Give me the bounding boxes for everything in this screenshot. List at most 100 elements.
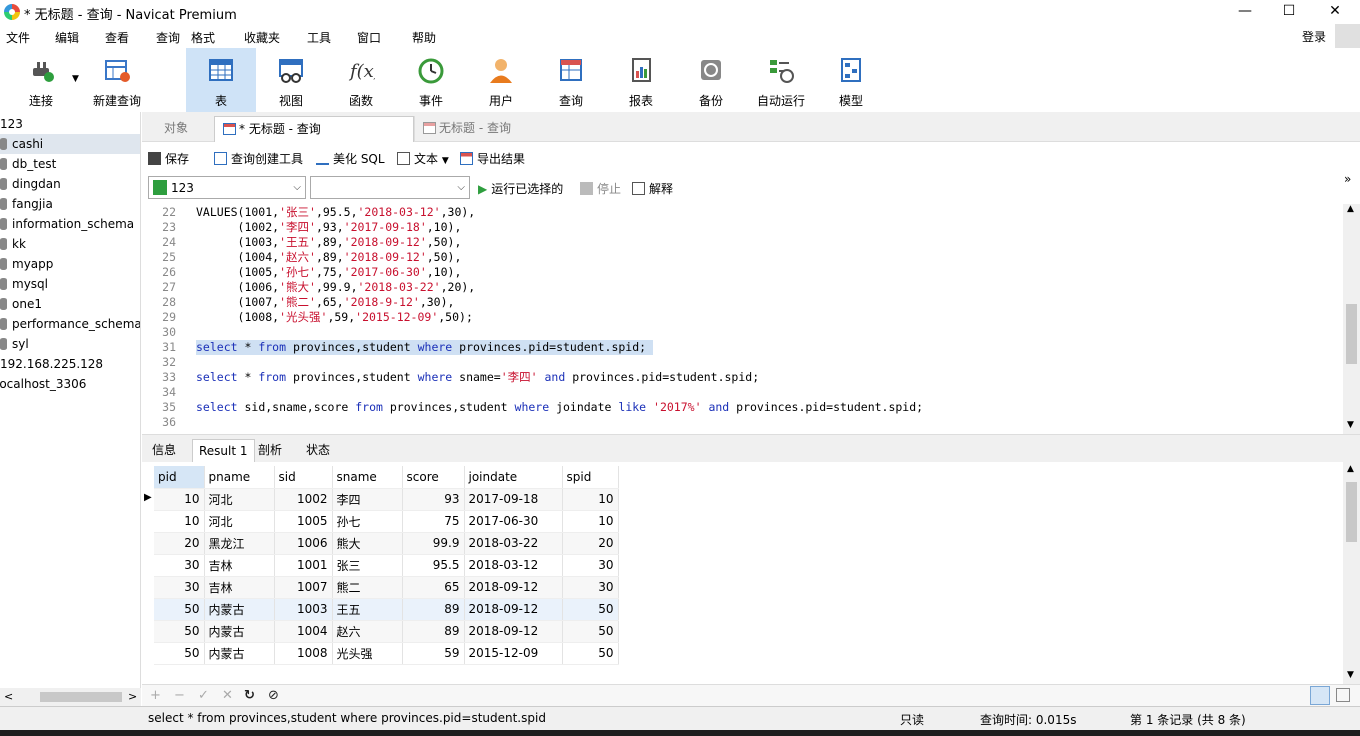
- menu-edit[interactable]: 编辑: [55, 29, 79, 46]
- cell-score[interactable]: 65: [402, 576, 465, 599]
- scroll-thumb[interactable]: [1346, 482, 1357, 542]
- cell-joindate[interactable]: 2017-09-18: [464, 488, 563, 511]
- grid-vertical-scrollbar[interactable]: ▲ ▼: [1343, 462, 1360, 684]
- cell-score[interactable]: 95.5: [402, 554, 465, 577]
- cell-sname[interactable]: 熊二: [332, 576, 403, 599]
- schema-select[interactable]: ⌵: [310, 176, 470, 199]
- cell-sname[interactable]: 王五: [332, 598, 403, 621]
- cell-pid[interactable]: 30: [154, 554, 205, 577]
- database-select[interactable]: 123 ⌵: [148, 176, 306, 199]
- model-button[interactable]: 模型: [822, 48, 880, 112]
- new-query-button[interactable]: 新建查询: [88, 48, 146, 112]
- cell-joindate[interactable]: 2017-06-30: [464, 510, 563, 533]
- tab-status[interactable]: 状态: [300, 439, 336, 463]
- tree-db-mysql[interactable]: mysql: [0, 274, 140, 294]
- menu-help[interactable]: 帮助: [412, 29, 436, 46]
- tree-db-one1[interactable]: one1: [0, 294, 140, 314]
- column-header-pid[interactable]: pid: [154, 466, 205, 489]
- cell-sid[interactable]: 1007: [274, 576, 333, 599]
- user-button[interactable]: 用户: [472, 48, 530, 112]
- cell-sid[interactable]: 1006: [274, 532, 333, 555]
- tree-db-performance_schema[interactable]: performance_schema: [0, 314, 140, 334]
- stop-button[interactable]: 停止: [580, 180, 621, 197]
- cell-joindate[interactable]: 2018-09-12: [464, 598, 563, 621]
- add-record-icon[interactable]: +: [150, 688, 161, 703]
- table-row[interactable]: 10 河北 1002 李四 93 2017-09-18 10: [154, 488, 619, 511]
- cell-sid[interactable]: 1003: [274, 598, 333, 621]
- report-button[interactable]: 报表: [612, 48, 670, 112]
- tree-db-dingdan[interactable]: dingdan: [0, 174, 140, 194]
- cell-sname[interactable]: 光头强: [332, 642, 403, 665]
- scroll-up-icon[interactable]: ▲: [1347, 204, 1354, 214]
- table-button[interactable]: 表: [186, 48, 256, 112]
- tab-objects[interactable]: 对象: [156, 116, 214, 142]
- sql-editor[interactable]: 22 VALUES(1001,'张三',95.5,'2018-03-12',30)…: [142, 204, 1360, 434]
- automation-button[interactable]: 自动运行: [752, 48, 810, 112]
- cell-pname[interactable]: 河北: [204, 488, 275, 511]
- cell-spid[interactable]: 10: [562, 488, 619, 511]
- cell-pname[interactable]: 吉林: [204, 576, 275, 599]
- cell-spid[interactable]: 20: [562, 532, 619, 555]
- discard-changes-icon[interactable]: ✕: [222, 688, 233, 703]
- cell-score[interactable]: 89: [402, 598, 465, 621]
- tree-connection-localhost[interactable]: localhost_3306: [0, 374, 137, 394]
- cell-sid[interactable]: 1001: [274, 554, 333, 577]
- export-results-button[interactable]: 导出结果: [460, 150, 525, 167]
- table-row[interactable]: 10 河北 1005 孙七 75 2017-06-30 10: [154, 510, 619, 533]
- cell-pname[interactable]: 内蒙古: [204, 642, 275, 665]
- cell-pid[interactable]: 50: [154, 598, 205, 621]
- tab-profile[interactable]: 剖析: [252, 439, 288, 463]
- cell-spid[interactable]: 30: [562, 554, 619, 577]
- query-button[interactable]: 查询: [542, 48, 600, 112]
- refresh-icon[interactable]: ↻: [244, 688, 255, 703]
- tree-db-kk[interactable]: kk: [0, 234, 140, 254]
- table-row[interactable]: 20 黑龙江 1006 熊大 99.9 2018-03-22 20: [154, 532, 619, 555]
- cell-joindate[interactable]: 2018-03-22: [464, 532, 563, 555]
- cell-score[interactable]: 93: [402, 488, 465, 511]
- menu-query[interactable]: 查询: [156, 29, 180, 46]
- cell-sid[interactable]: 1008: [274, 642, 333, 665]
- editor-vertical-scrollbar[interactable]: ▲ ▼: [1343, 204, 1360, 434]
- menu-tools[interactable]: 工具: [307, 29, 331, 46]
- grid-view-icon[interactable]: [1310, 686, 1330, 705]
- save-button[interactable]: 保存: [148, 150, 189, 167]
- tree-db-syl[interactable]: syl: [0, 334, 140, 354]
- column-header-joindate[interactable]: joindate: [464, 466, 563, 489]
- tab-result-1[interactable]: Result 1: [192, 439, 255, 463]
- tab-query-2[interactable]: 无标题 - 查询: [414, 116, 614, 142]
- tree-db-fangjia[interactable]: fangjia: [0, 194, 140, 214]
- form-view-icon[interactable]: [1336, 688, 1350, 702]
- cell-sid[interactable]: 1002: [274, 488, 333, 511]
- close-button[interactable]: ✕: [1312, 0, 1358, 24]
- menu-file[interactable]: 文件: [6, 29, 30, 46]
- cell-spid[interactable]: 50: [562, 598, 619, 621]
- delete-record-icon[interactable]: −: [174, 688, 185, 703]
- cell-pid[interactable]: 10: [154, 510, 205, 533]
- tree-connection-192[interactable]: 192.168.225.128: [0, 354, 140, 374]
- tree-db-information_schema[interactable]: information_schema: [0, 214, 140, 234]
- function-button[interactable]: f(x) 函数: [332, 48, 390, 112]
- tree-connection-123[interactable]: 123: [0, 114, 140, 134]
- cell-pname[interactable]: 内蒙古: [204, 598, 275, 621]
- cell-sid[interactable]: 1004: [274, 620, 333, 643]
- column-header-pname[interactable]: pname: [204, 466, 275, 489]
- cell-spid[interactable]: 50: [562, 642, 619, 665]
- cell-joindate[interactable]: 2018-09-12: [464, 576, 563, 599]
- cell-pname[interactable]: 吉林: [204, 554, 275, 577]
- table-row[interactable]: 50 内蒙古 1004 赵六 89 2018-09-12 50: [154, 620, 619, 643]
- cell-sname[interactable]: 赵六: [332, 620, 403, 643]
- scroll-up-icon[interactable]: ▲: [1347, 464, 1354, 474]
- cell-pid[interactable]: 50: [154, 620, 205, 643]
- cell-pid[interactable]: 10: [154, 488, 205, 511]
- scroll-thumb[interactable]: [1346, 304, 1357, 364]
- cell-sname[interactable]: 李四: [332, 488, 403, 511]
- column-header-sid[interactable]: sid: [274, 466, 333, 489]
- cell-pid[interactable]: 30: [154, 576, 205, 599]
- cell-joindate[interactable]: 2018-09-12: [464, 620, 563, 643]
- tree-db-cashi[interactable]: cashi: [0, 134, 140, 154]
- cell-spid[interactable]: 10: [562, 510, 619, 533]
- tab-info[interactable]: 信息: [146, 439, 182, 463]
- backup-button[interactable]: 备份: [682, 48, 740, 112]
- cell-pid[interactable]: 50: [154, 642, 205, 665]
- cell-score[interactable]: 59: [402, 642, 465, 665]
